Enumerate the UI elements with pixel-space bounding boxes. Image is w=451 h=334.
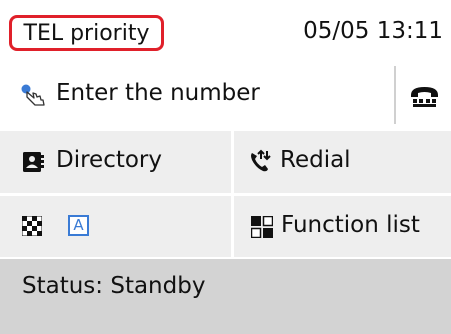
phone-hook-icon [411, 87, 438, 107]
status-bar: Status: Standby [0, 259, 451, 334]
number-row: Enter the number [0, 62, 451, 128]
redial-label: Redial [280, 147, 351, 173]
datetime: 05/05 13:11 [303, 18, 443, 44]
status-text: Status: Standby [22, 273, 206, 299]
letter-a-icon: A [68, 215, 89, 236]
enter-number-button[interactable]: Enter the number [0, 62, 392, 128]
redial-button[interactable]: Redial [234, 131, 451, 193]
checkerboard-icon [22, 216, 42, 236]
directory-label: Directory [56, 147, 163, 173]
fax-screen: TEL priority 05/05 13:11 Enter the numbe… [0, 0, 451, 334]
directory-button[interactable]: Directory [0, 131, 231, 193]
function-list-label: Function list [281, 212, 420, 238]
address-book-icon [23, 152, 44, 172]
finger-tap-icon [21, 84, 45, 106]
mode-label: TEL priority [23, 20, 150, 46]
scan-quality-button[interactable]: A [0, 196, 231, 257]
on-hook-button[interactable] [396, 62, 451, 128]
function-list-button[interactable]: Function list [234, 196, 451, 257]
redial-icon [251, 149, 271, 172]
grid-icon [251, 216, 273, 238]
header: TEL priority 05/05 13:11 [0, 0, 451, 62]
mode-badge: TEL priority [9, 15, 164, 51]
enter-number-label: Enter the number [56, 80, 260, 106]
